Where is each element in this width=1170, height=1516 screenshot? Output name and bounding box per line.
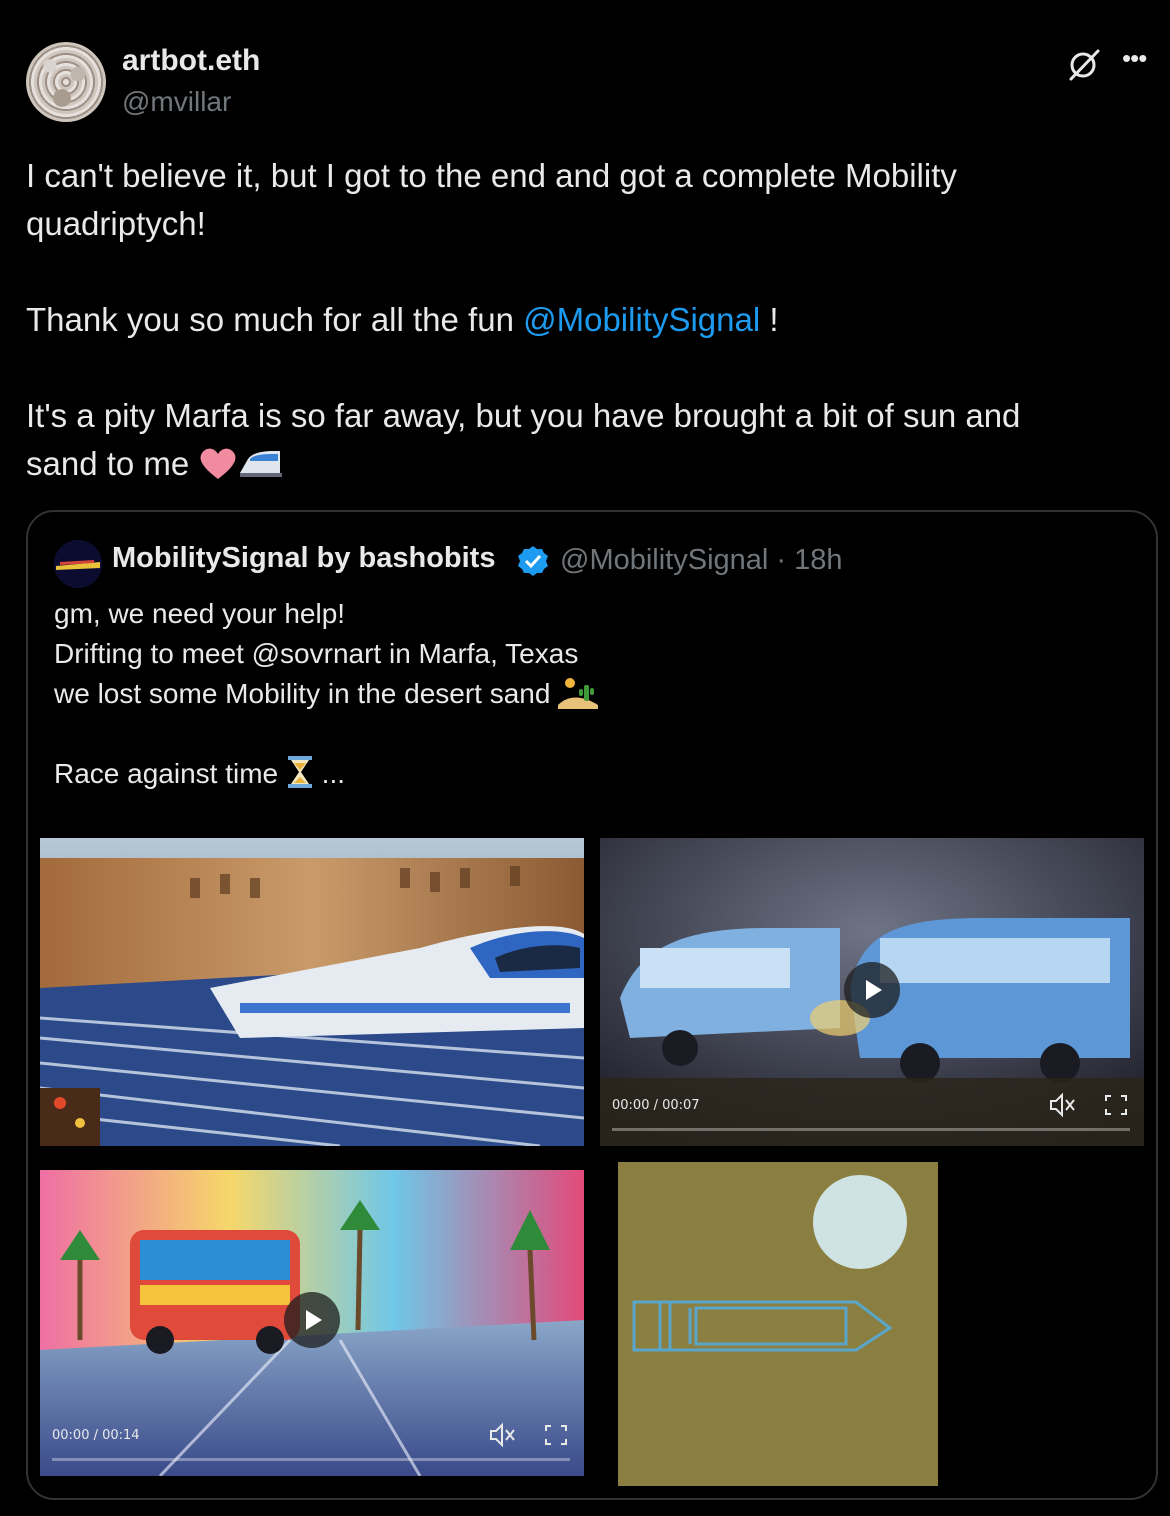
video-time: 00:00 / 00:07 — [612, 1098, 700, 1113]
desert-emoji-icon — [558, 678, 599, 709]
tweet-line-1: I can't believe it, but I got to the end… — [26, 157, 957, 194]
verified-badge-icon — [518, 546, 548, 576]
video-progress-bar[interactable] — [612, 1128, 1130, 1131]
author-avatar[interactable] — [26, 42, 106, 122]
video-progress-bar[interactable] — [52, 1458, 570, 1461]
mute-icon[interactable] — [488, 1422, 516, 1448]
more-options-icon[interactable]: ••• — [1122, 45, 1156, 76]
pink-heart-emoji-icon — [200, 448, 236, 479]
tweet-line-4: It's a pity Marfa is so far away, but yo… — [26, 397, 1021, 434]
tweet-line-3-suffix: ! — [760, 301, 779, 338]
tweet-text: I can't believe it, but I got to the end… — [26, 152, 1136, 488]
tweet-line-3-text: Thank you so much for all the fun — [26, 301, 524, 338]
tweet-line-5: sand to me — [26, 445, 199, 482]
video-time: 00:00 / 00:14 — [52, 1428, 140, 1443]
media-moon-train-drawing[interactable] — [618, 1162, 938, 1486]
quoted-line-4-suffix: ... — [313, 758, 346, 789]
quoted-display-name[interactable]: MobilitySignal by bashobits — [112, 542, 495, 575]
grok-icon[interactable] — [1066, 46, 1102, 82]
quoted-avatar[interactable] — [54, 540, 102, 588]
author-handle[interactable]: @mvillar — [122, 86, 231, 118]
fullscreen-icon[interactable] — [1102, 1092, 1130, 1118]
quoted-tweet[interactable]: MobilitySignal by bashobits @MobilitySig… — [26, 510, 1158, 1500]
fullscreen-icon[interactable] — [542, 1422, 570, 1448]
mention-link[interactable]: @MobilitySignal — [523, 301, 760, 338]
media-video-colorful-bus[interactable]: 00:00 / 00:14 — [40, 1170, 584, 1476]
play-button[interactable] — [284, 1292, 340, 1348]
quoted-line-1: gm, we need your help! — [54, 598, 346, 629]
mute-icon[interactable] — [1048, 1092, 1076, 1118]
high-speed-train-emoji-icon — [240, 451, 283, 477]
quoted-line-3: we lost some Mobility in the desert sand — [54, 678, 559, 709]
quoted-line-4: Race against time — [54, 758, 286, 789]
quoted-text: gm, we need your help! Drifting to meet … — [54, 594, 599, 794]
quoted-line-2: Drifting to meet @sovrnart in Marfa, Tex… — [54, 638, 579, 669]
author-display-name[interactable]: artbot.eth — [122, 44, 260, 78]
media-train-painting[interactable] — [40, 838, 584, 1146]
play-button[interactable] — [844, 962, 900, 1018]
tweet-line-2: quadriptych! — [26, 205, 206, 242]
quoted-handle-time[interactable]: @MobilitySignal · 18h — [560, 544, 843, 577]
hourglass-emoji-icon — [287, 756, 312, 788]
media-video-buses[interactable]: 00:00 / 00:07 — [600, 838, 1144, 1146]
